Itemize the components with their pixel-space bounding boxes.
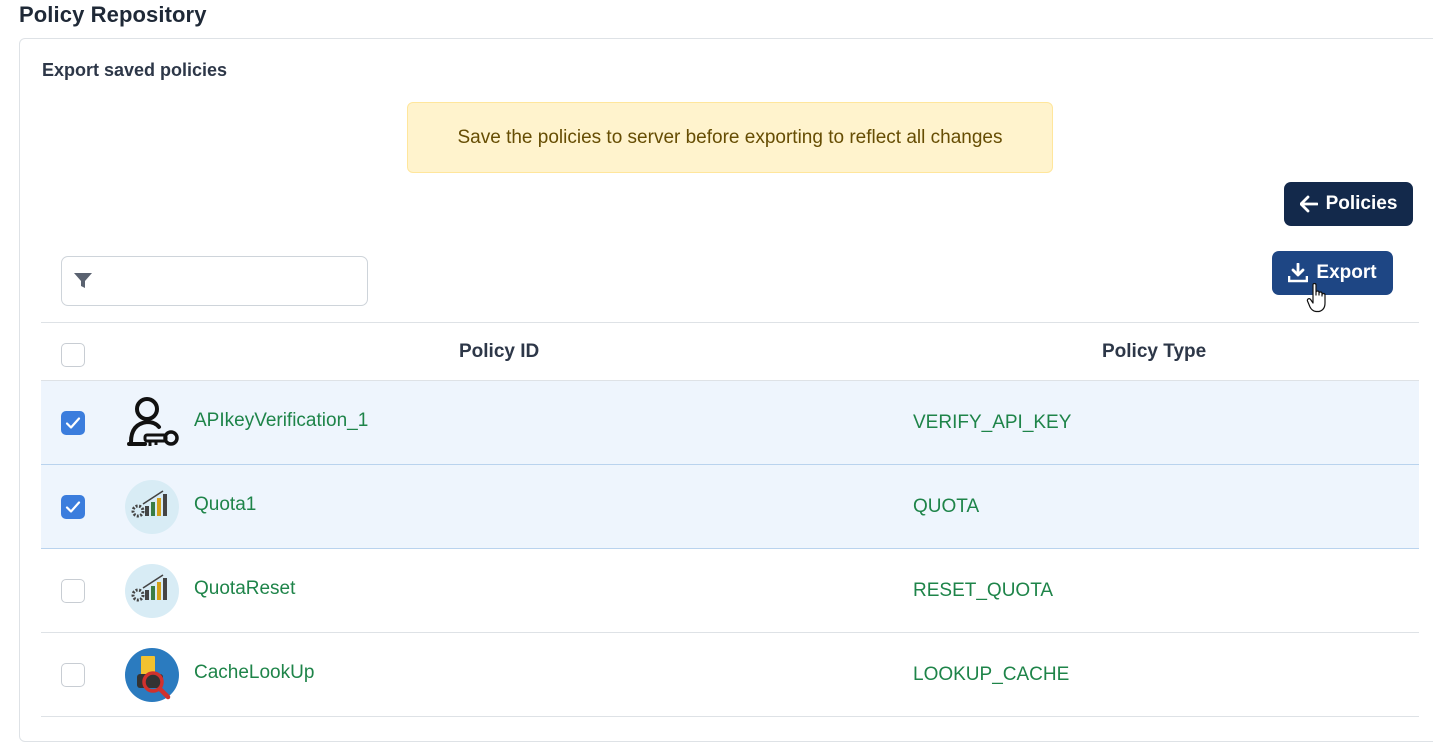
export-button[interactable]: Export [1272,251,1393,295]
policies-button-label: Policies [1325,193,1398,214]
quota-chart-icon [123,562,181,620]
column-header-policy-id: Policy ID [459,341,540,362]
row-checkbox[interactable] [61,663,85,687]
column-header-policy-type: Policy Type [1102,341,1207,362]
cache-lookup-icon [123,646,181,704]
policy-type-text: RESET_QUOTA [913,580,1054,601]
filter-icon [73,272,93,295]
filter-input[interactable] [102,265,357,297]
policy-id-link[interactable]: CacheLookUp [194,662,314,684]
back-to-policies-button[interactable]: Policies [1284,182,1413,226]
policy-id-link[interactable]: Quota1 [194,494,256,516]
download-icon [1288,263,1309,283]
policy-id-link[interactable]: QuotaReset [194,578,295,600]
api-key-user-icon [123,394,181,452]
table-row[interactable]: APIkeyVerification_1 VERIFY_API_KEY [41,381,1419,465]
card-title: Export saved policies [42,60,228,80]
hand-cursor-icon [1306,282,1328,318]
row-checkbox[interactable] [61,411,85,435]
table-row[interactable]: QuotaReset RESET_QUOTA [41,549,1419,633]
quota-chart-icon [123,478,181,536]
policy-type-text: LOOKUP_CACHE [913,664,1070,685]
policy-id-link[interactable]: APIkeyVerification_1 [194,410,368,432]
table-row[interactable]: CacheLookUp LOOKUP_CACHE [41,633,1419,717]
arrow-left-icon [1299,195,1318,213]
row-checkbox[interactable] [61,579,85,603]
export-card: Export saved policies Save the policies … [19,38,1433,742]
table-header: Policy ID Policy Type [41,322,1419,381]
policies-table: Policy ID Policy Type APIkeyVerification… [41,322,1419,717]
row-checkbox[interactable] [61,495,85,519]
policy-type-text: VERIFY_API_KEY [913,412,1072,433]
select-all-checkbox[interactable] [61,343,85,367]
export-button-label: Export [1316,262,1377,283]
alert-text: Save the policies to server before expor… [457,126,1003,148]
table-row[interactable]: Quota1 QUOTA [41,465,1419,549]
page-title: Policy Repository [19,2,207,27]
filter-field[interactable] [61,256,368,306]
policy-type-text: QUOTA [913,496,980,517]
warning-alert: Save the policies to server before expor… [407,102,1053,173]
